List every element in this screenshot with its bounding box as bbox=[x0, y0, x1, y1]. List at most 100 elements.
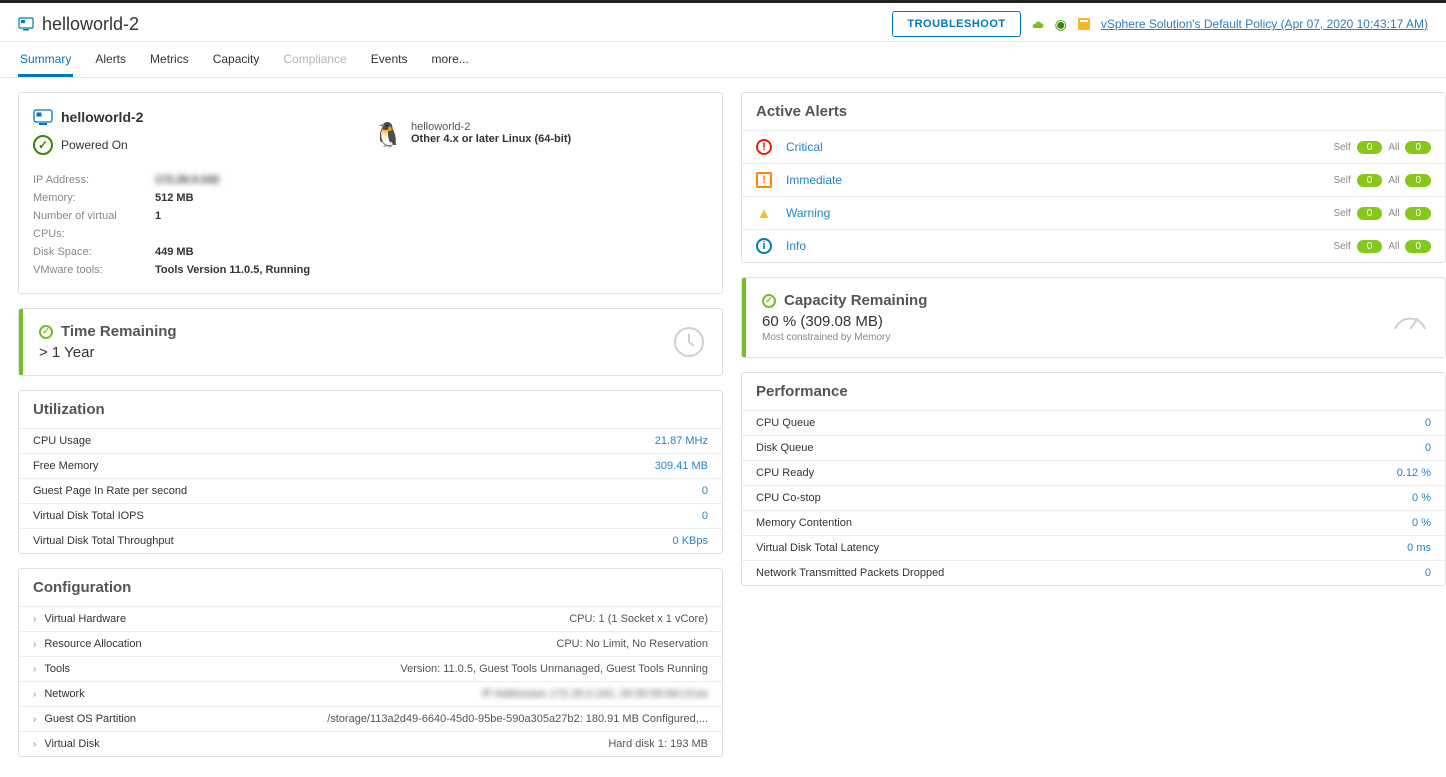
page-in-label: Guest Page In Rate per second bbox=[33, 485, 187, 497]
performance-title: Performance bbox=[742, 373, 1445, 410]
memory-contention-value[interactable]: 0 % bbox=[1412, 517, 1431, 529]
tab-capacity[interactable]: Capacity bbox=[211, 42, 262, 77]
tools-value: Tools Version 11.0.5, Running bbox=[155, 261, 310, 279]
disk-queue-label: Disk Queue bbox=[756, 442, 813, 454]
active-alerts-panel: Active Alerts ! Critical Self0 All0 ! Im… bbox=[741, 92, 1446, 263]
clock-icon bbox=[656, 309, 722, 375]
self-count: 0 bbox=[1357, 141, 1383, 154]
check-icon: ✓ bbox=[762, 294, 776, 308]
summary-card: helloworld-2 ✓ Powered On IP Address:172… bbox=[18, 92, 723, 294]
alert-label: Immediate bbox=[786, 173, 842, 187]
utilization-title: Utilization bbox=[19, 391, 722, 428]
cloud-icon bbox=[1031, 19, 1045, 29]
power-state: Powered On bbox=[61, 138, 128, 152]
time-remaining-title: Time Remaining bbox=[61, 323, 177, 340]
disk-latency-label: Virtual Disk Total Latency bbox=[756, 542, 879, 554]
health-icon: ◉ bbox=[1055, 16, 1067, 33]
throughput-value[interactable]: 0 KBps bbox=[673, 535, 708, 547]
alert-row-warning[interactable]: ▲ Warning Self0 All0 bbox=[742, 196, 1445, 229]
ip-value: 172.26.0.242 bbox=[155, 171, 219, 189]
disk-value: 449 MB bbox=[155, 243, 194, 261]
chevron-right-icon: › bbox=[33, 714, 36, 725]
cpu-usage-label: CPU Usage bbox=[33, 435, 91, 447]
cpu-costop-value[interactable]: 0 % bbox=[1412, 492, 1431, 504]
utilization-panel: Utilization CPU Usage 21.87 MHz Free Memo… bbox=[18, 390, 723, 554]
alert-row-immediate[interactable]: ! Immediate Self0 All0 bbox=[742, 163, 1445, 196]
info-icon: i bbox=[756, 238, 772, 254]
memory-value: 512 MB bbox=[155, 189, 194, 207]
ip-label: IP Address: bbox=[33, 171, 151, 189]
capacity-value: 60 % (309.08 MB) bbox=[762, 313, 1359, 330]
throughput-label: Virtual Disk Total Throughput bbox=[33, 535, 174, 547]
page-header: helloworld-2 TROUBLESHOOT ◉ vSphere Solu… bbox=[0, 3, 1446, 42]
tab-metrics[interactable]: Metrics bbox=[148, 42, 191, 77]
guest-os: Other 4.x or later Linux (64-bit) bbox=[411, 133, 571, 145]
config-network[interactable]: ›NetworkIP Addresses 172.26.0.242, 00:50… bbox=[19, 681, 722, 706]
config-tools[interactable]: ›ToolsVersion: 11.0.5, Guest Tools Unman… bbox=[19, 656, 722, 681]
tab-bar: Summary Alerts Metrics Capacity Complian… bbox=[0, 42, 1446, 78]
disk-label: Disk Space: bbox=[33, 243, 151, 261]
capacity-sub: Most constrained by Memory bbox=[762, 332, 1359, 343]
vcpu-value: 1 bbox=[155, 207, 161, 243]
iops-value[interactable]: 0 bbox=[702, 510, 708, 522]
guest-name: helloworld-2 bbox=[411, 121, 571, 133]
memory-label: Memory: bbox=[33, 189, 151, 207]
datastore-icon bbox=[1077, 17, 1091, 31]
cpu-costop-label: CPU Co-stop bbox=[756, 492, 821, 504]
config-virtual-disk[interactable]: ›Virtual DiskHard disk 1: 193 MB bbox=[19, 731, 722, 756]
free-memory-label: Free Memory bbox=[33, 460, 98, 472]
alert-row-info[interactable]: i Info Self0 All0 bbox=[742, 229, 1445, 262]
vcpu-label: Number of virtual CPUs: bbox=[33, 207, 151, 243]
troubleshoot-button[interactable]: TROUBLESHOOT bbox=[892, 11, 1020, 37]
performance-panel: Performance CPU Queue 0 Disk Queue 0 CPU R… bbox=[741, 372, 1446, 586]
packets-dropped-label: Network Transmitted Packets Dropped bbox=[756, 567, 944, 579]
cpu-queue-value[interactable]: 0 bbox=[1425, 417, 1431, 429]
linux-icon: 🐧 bbox=[373, 121, 401, 149]
alert-label: Warning bbox=[786, 206, 830, 220]
config-resource-allocation[interactable]: ›Resource AllocationCPU: No Limit, No Re… bbox=[19, 631, 722, 656]
page-in-value[interactable]: 0 bbox=[702, 485, 708, 497]
critical-icon: ! bbox=[756, 139, 772, 155]
packets-dropped-value[interactable]: 0 bbox=[1425, 567, 1431, 579]
tab-alerts[interactable]: Alerts bbox=[93, 42, 128, 77]
all-count: 0 bbox=[1405, 141, 1431, 154]
tools-label: VMware tools: bbox=[33, 261, 151, 279]
cpu-ready-value[interactable]: 0.12 % bbox=[1397, 467, 1431, 479]
chevron-right-icon: › bbox=[33, 689, 36, 700]
config-virtual-hardware[interactable]: ›Virtual HardwareCPU: 1 (1 Socket x 1 vC… bbox=[19, 606, 722, 631]
cpu-usage-value[interactable]: 21.87 MHz bbox=[655, 435, 708, 447]
warning-icon: ▲ bbox=[756, 205, 772, 221]
chevron-right-icon: › bbox=[33, 664, 36, 675]
power-on-icon: ✓ bbox=[33, 135, 53, 155]
tab-compliance[interactable]: Compliance bbox=[281, 42, 348, 77]
time-remaining-panel: ✓ Time Remaining > 1 Year bbox=[18, 308, 723, 376]
time-remaining-value: > 1 Year bbox=[39, 344, 640, 361]
immediate-icon: ! bbox=[756, 172, 772, 188]
free-memory-value[interactable]: 309.41 MB bbox=[655, 460, 708, 472]
configuration-panel: Configuration ›Virtual HardwareCPU: 1 (1… bbox=[18, 568, 723, 757]
page-title: helloworld-2 bbox=[42, 14, 139, 35]
disk-queue-value[interactable]: 0 bbox=[1425, 442, 1431, 454]
all-label: All bbox=[1388, 142, 1399, 153]
chevron-right-icon: › bbox=[33, 614, 36, 625]
vm-icon bbox=[33, 107, 53, 127]
cpu-ready-label: CPU Ready bbox=[756, 467, 814, 479]
tab-summary[interactable]: Summary bbox=[18, 42, 73, 77]
chevron-right-icon: › bbox=[33, 639, 36, 650]
capacity-title: Capacity Remaining bbox=[784, 292, 927, 309]
alert-label: Critical bbox=[786, 140, 823, 154]
capacity-remaining-panel: ✓ Capacity Remaining 60 % (309.08 MB) Mo… bbox=[741, 277, 1446, 358]
tab-more[interactable]: more... bbox=[429, 42, 470, 77]
gauge-icon bbox=[1375, 278, 1445, 357]
alert-label: Info bbox=[786, 239, 806, 253]
cpu-queue-label: CPU Queue bbox=[756, 417, 815, 429]
tab-events[interactable]: Events bbox=[369, 42, 410, 77]
chevron-right-icon: › bbox=[33, 739, 36, 750]
policy-link[interactable]: vSphere Solution's Default Policy (Apr 0… bbox=[1101, 17, 1428, 31]
active-alerts-title: Active Alerts bbox=[742, 93, 1445, 130]
check-icon: ✓ bbox=[39, 325, 53, 339]
memory-contention-label: Memory Contention bbox=[756, 517, 852, 529]
disk-latency-value[interactable]: 0 ms bbox=[1407, 542, 1431, 554]
alert-row-critical[interactable]: ! Critical Self0 All0 bbox=[742, 130, 1445, 163]
config-guest-os-partition[interactable]: ›Guest OS Partition/storage/113a2d49-664… bbox=[19, 706, 722, 731]
